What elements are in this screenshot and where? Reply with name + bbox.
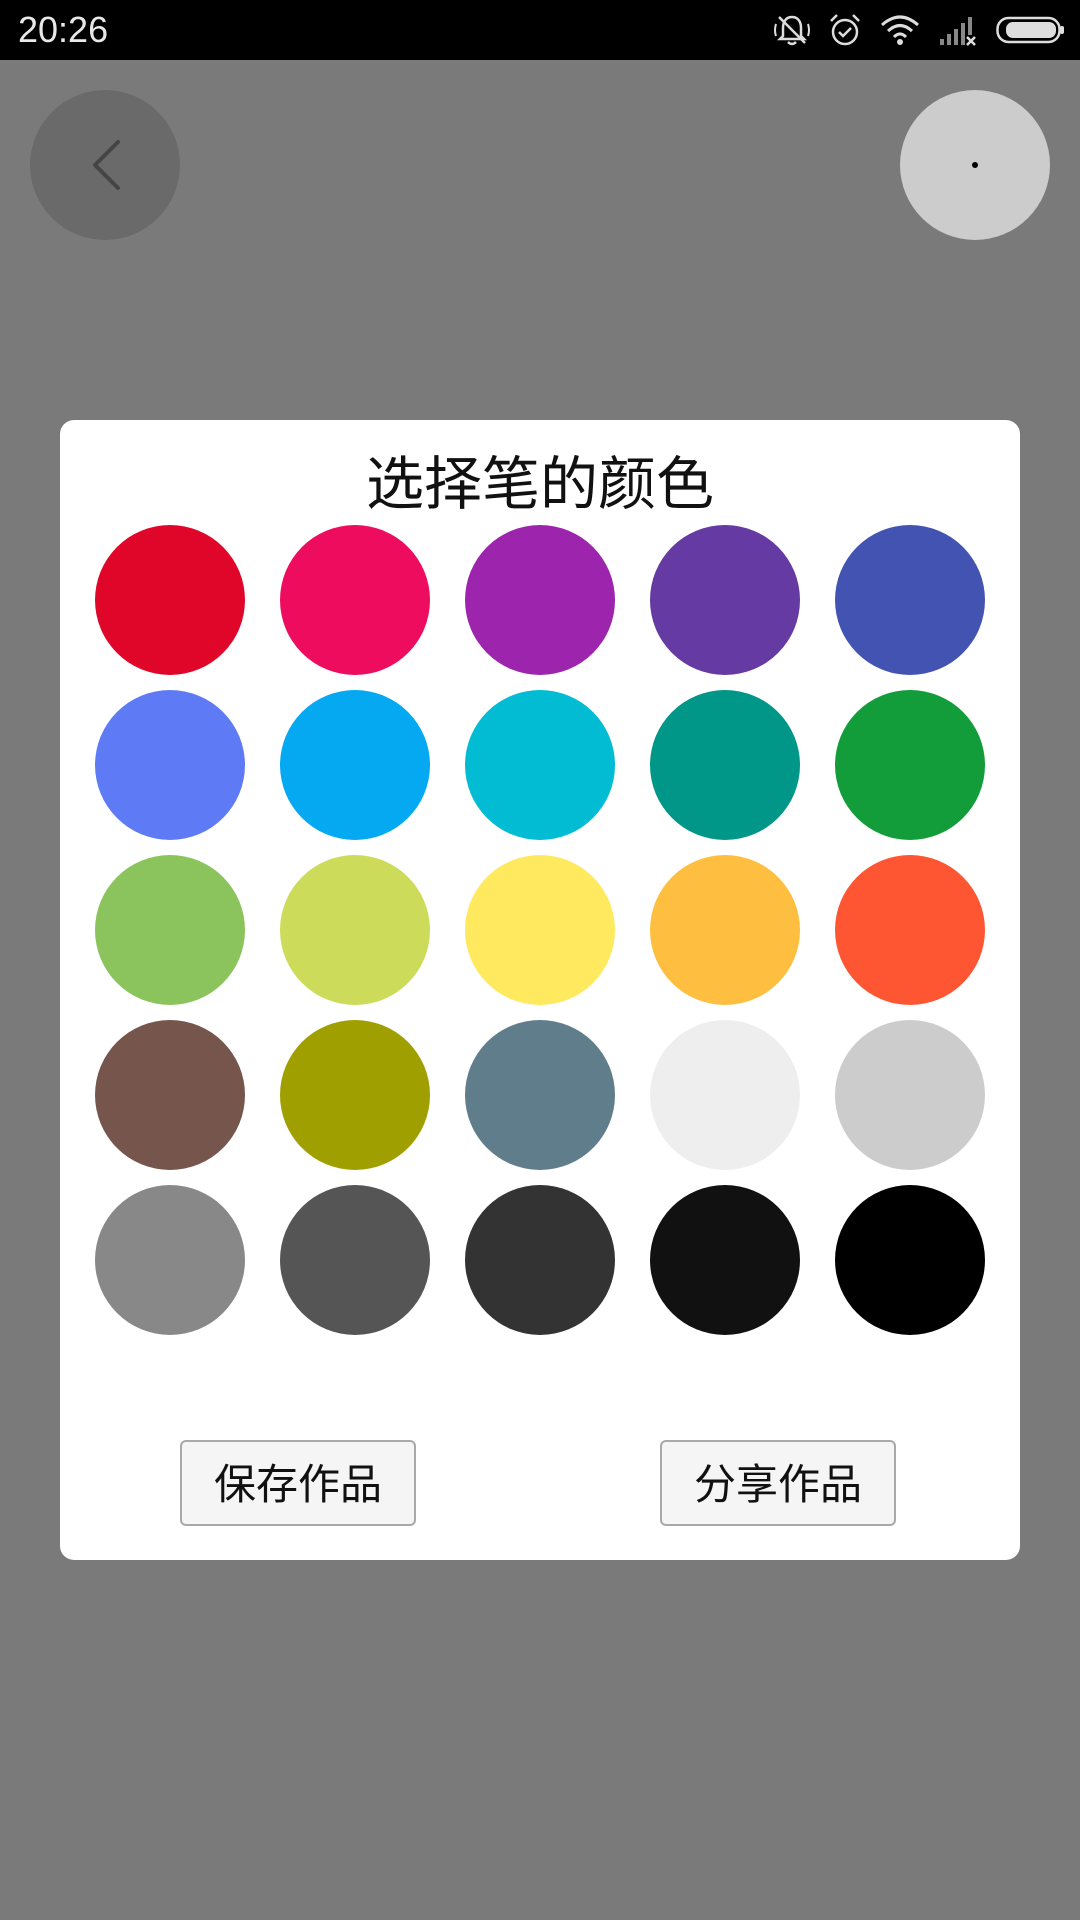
- color-swatch[interactable]: [95, 525, 245, 675]
- color-swatch[interactable]: [465, 855, 615, 1005]
- battery-icon: [996, 14, 1066, 46]
- color-swatch[interactable]: [650, 855, 800, 1005]
- color-swatch[interactable]: [650, 690, 800, 840]
- color-swatch[interactable]: [650, 1185, 800, 1335]
- share-artwork-button[interactable]: 分享作品: [660, 1440, 896, 1526]
- color-swatch[interactable]: [280, 525, 430, 675]
- wifi-icon: [880, 13, 920, 47]
- save-artwork-button[interactable]: 保存作品: [180, 1440, 416, 1526]
- bell-off-icon: [774, 12, 810, 48]
- status-icons: [774, 10, 1066, 50]
- color-swatch[interactable]: [280, 690, 430, 840]
- brush-size-button[interactable]: [900, 90, 1050, 240]
- color-swatch[interactable]: [280, 855, 430, 1005]
- color-swatch[interactable]: [280, 1185, 430, 1335]
- alarm-icon: [828, 12, 862, 48]
- brush-preview-dot: [972, 162, 978, 168]
- color-swatch[interactable]: [95, 1020, 245, 1170]
- drawing-screen: 20:26 选择笔的颜色 保存作品 分享作品: [0, 0, 1080, 1920]
- color-swatch[interactable]: [95, 690, 245, 840]
- color-swatch[interactable]: [835, 1185, 985, 1335]
- color-swatch[interactable]: [95, 855, 245, 1005]
- color-picker-dialog: 选择笔的颜色 保存作品 分享作品: [60, 420, 1020, 1560]
- status-time: 20:26: [18, 9, 109, 50]
- color-swatch[interactable]: [835, 525, 985, 675]
- color-swatch[interactable]: [465, 525, 615, 675]
- color-swatch[interactable]: [465, 1185, 615, 1335]
- back-button[interactable]: [30, 90, 180, 240]
- status-bar: 20:26: [0, 0, 1080, 60]
- color-swatch[interactable]: [280, 1020, 430, 1170]
- color-swatch[interactable]: [835, 855, 985, 1005]
- dialog-title: 选择笔的颜色: [365, 450, 714, 518]
- color-swatch[interactable]: [465, 690, 615, 840]
- color-swatch[interactable]: [95, 1185, 245, 1335]
- color-swatch[interactable]: [835, 690, 985, 840]
- chevron-left-icon: [93, 140, 120, 190]
- color-swatch[interactable]: [650, 1020, 800, 1170]
- signal-icon: [938, 13, 978, 47]
- color-swatch[interactable]: [465, 1020, 615, 1170]
- color-swatch[interactable]: [835, 1020, 985, 1170]
- color-swatch[interactable]: [650, 525, 800, 675]
